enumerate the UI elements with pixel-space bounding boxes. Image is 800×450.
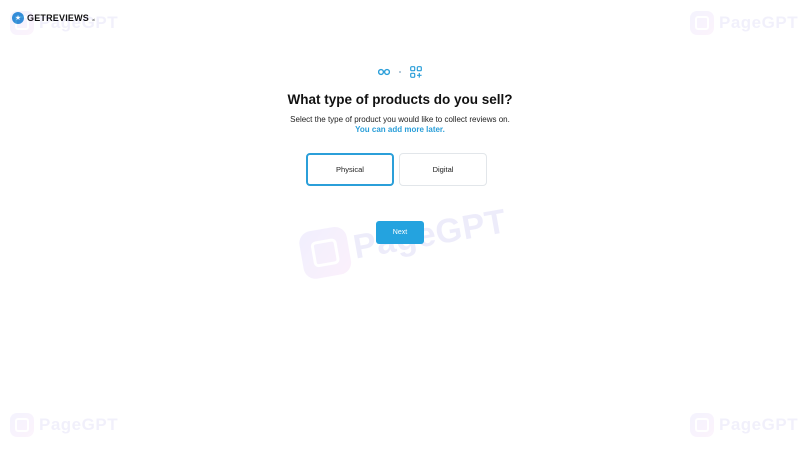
watermark-text: PageGPT (39, 415, 119, 434)
step-indicator (0, 66, 800, 78)
pagegpt-logo-icon (690, 413, 714, 437)
page-title: What type of products do you sell? (287, 92, 513, 107)
watermark-bottom-right: PageGPT (690, 413, 798, 437)
pagegpt-logo-icon (690, 11, 714, 35)
subtitle-text: Select the type of product you would lik… (290, 115, 510, 124)
watermark-text: PageGPT (350, 201, 510, 267)
brand-suffix: ai (92, 17, 96, 22)
watermark-top-right: PageGPT (690, 11, 798, 35)
product-type-options: Physical Digital (306, 153, 487, 186)
option-physical[interactable]: Physical (306, 153, 394, 186)
next-button[interactable]: Next (376, 221, 424, 244)
option-label: Digital (432, 165, 454, 174)
brand-logo[interactable]: ★ GETREVIEWS ai (12, 12, 95, 24)
option-digital[interactable]: Digital (399, 153, 487, 186)
brand-name: GETREVIEWS (27, 13, 90, 23)
onboarding-page: ★ GETREVIEWS ai PageGPT PageGPT PageGPT … (0, 0, 800, 450)
page-subtitle: Select the type of product you would lik… (0, 115, 800, 135)
subtitle-accent: You can add more later. (355, 125, 445, 134)
pagegpt-logo-icon (10, 413, 34, 437)
watermark-bottom-left: PageGPT (10, 413, 118, 437)
link-icon (378, 66, 390, 78)
step-separator (399, 71, 401, 73)
pagegpt-logo-icon (297, 225, 354, 281)
watermark-text: PageGPT (719, 415, 799, 434)
option-label: Physical (336, 165, 364, 174)
apps-add-icon (410, 66, 422, 78)
watermark-text: PageGPT (719, 13, 799, 32)
star-badge-icon: ★ (12, 12, 24, 24)
